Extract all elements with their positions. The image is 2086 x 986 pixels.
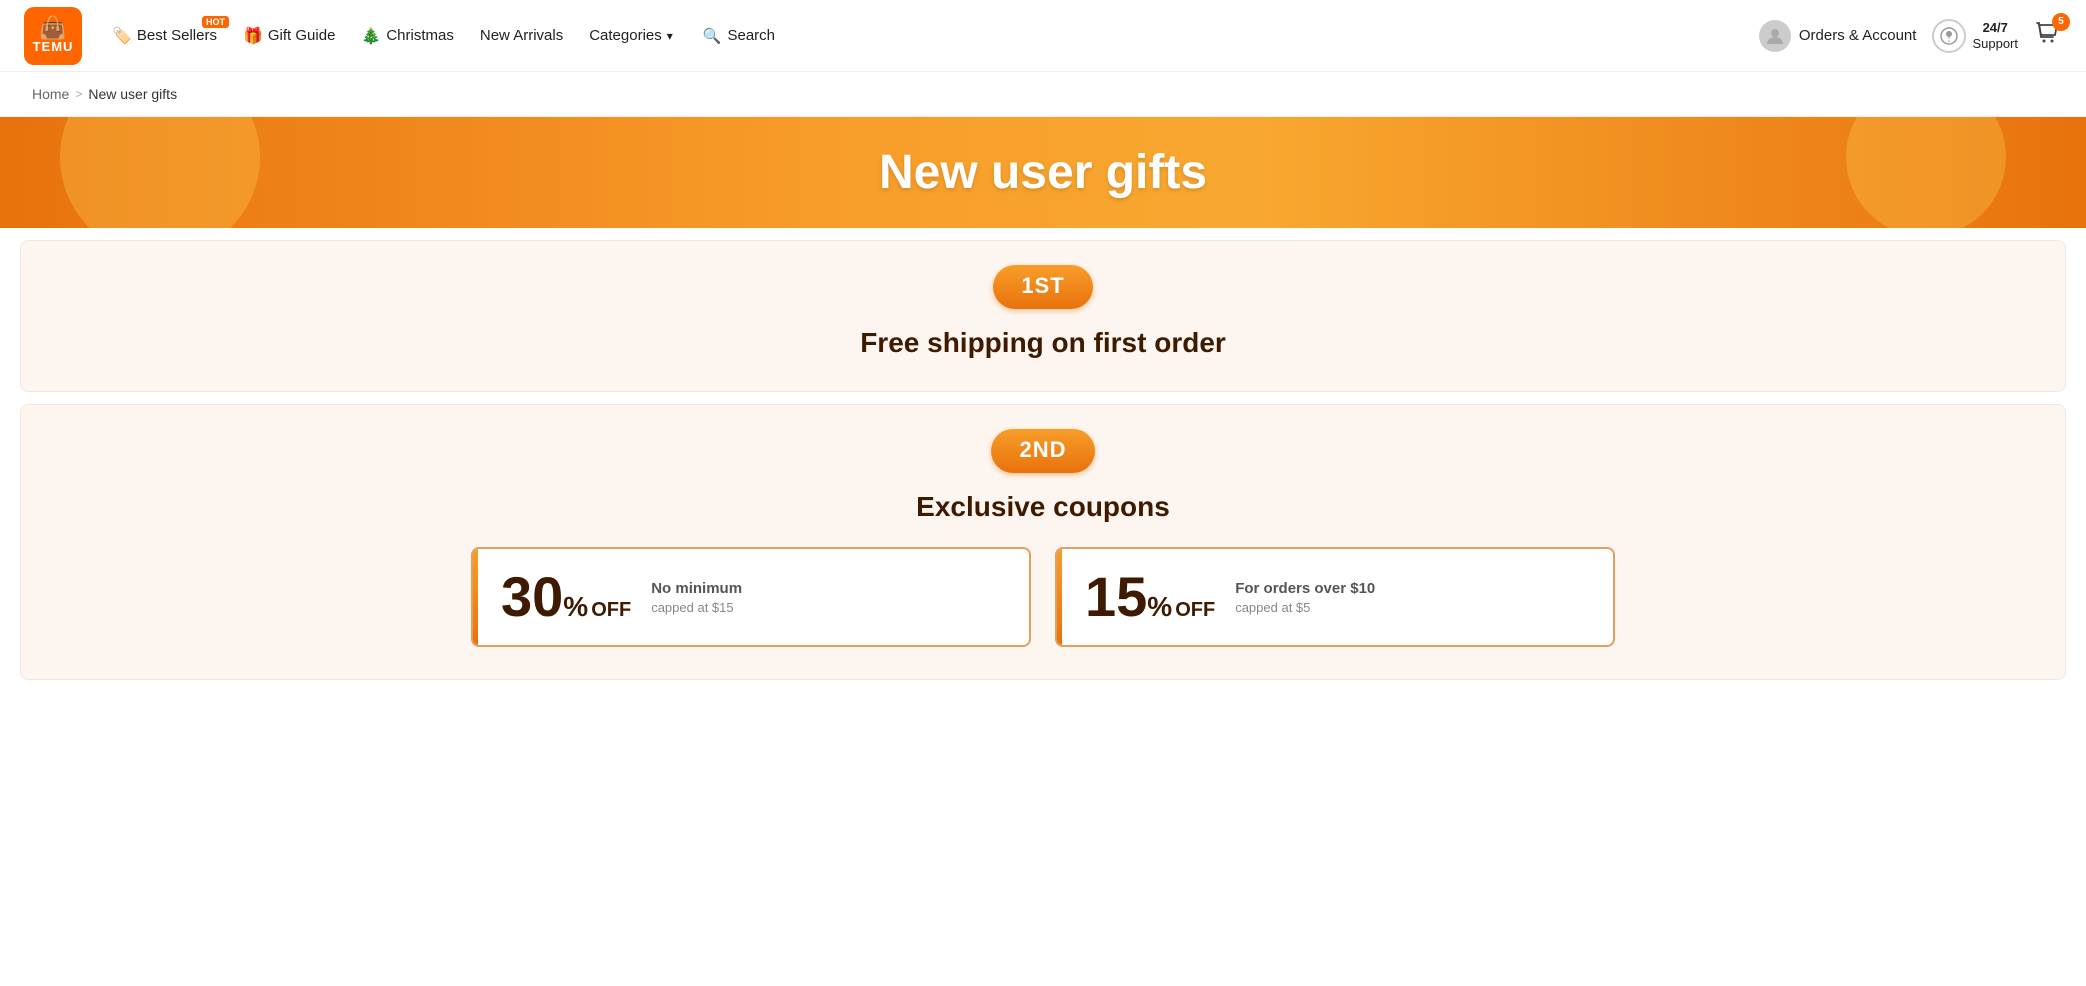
breadcrumb-separator: >: [75, 87, 82, 101]
gift-icon: 🎁: [243, 26, 263, 46]
coupon-1-percent: %: [563, 593, 588, 621]
second-order-badge: 2ND: [991, 429, 1094, 473]
nav-item-search[interactable]: 🔍 Search: [689, 21, 789, 51]
coupon-1-condition: No minimum: [651, 580, 742, 597]
nav-item-best-sellers[interactable]: 🏷️ Best Sellers HOT: [102, 20, 227, 52]
cart-button[interactable]: 5: [2034, 19, 2062, 53]
support-icon: [1932, 19, 1966, 53]
orders-account-button[interactable]: Orders & Account: [1759, 20, 1917, 52]
support-label: 24/7: [1983, 20, 2008, 36]
coupon-2-percent: %: [1147, 593, 1172, 621]
nav-right: Orders & Account 24/7 Support: [1759, 19, 2062, 53]
first-order-badge: 1ST: [993, 265, 1092, 309]
coupon-2-number: 15: [1085, 569, 1147, 625]
search-label: Search: [727, 27, 775, 44]
coupon-2-cap: capped at $5: [1235, 600, 1375, 615]
breadcrumb-home[interactable]: Home: [32, 86, 69, 102]
main-nav: 🏷️ Best Sellers HOT 🎁 Gift Guide 🎄 Chris…: [102, 20, 1755, 52]
coupon-1-cap: capped at $15: [651, 600, 742, 615]
coupon-card-1[interactable]: 30 % OFF No minimum capped at $15: [471, 547, 1031, 647]
header: 👜 TEMU 🏷️ Best Sellers HOT 🎁 Gift Guide …: [0, 0, 2086, 72]
coupon-1-amount: 30 % OFF: [501, 569, 631, 625]
search-icon: 🔍: [703, 27, 722, 45]
breadcrumb-current: New user gifts: [88, 86, 177, 102]
second-order-section: 2ND Exclusive coupons 30 % OFF No minimu…: [20, 404, 2066, 680]
second-order-title: Exclusive coupons: [916, 491, 1170, 523]
chevron-down-icon: ▾: [667, 29, 673, 43]
coupon-2-details: For orders over $10 capped at $5: [1235, 580, 1375, 615]
user-avatar-icon: [1759, 20, 1791, 52]
coupon-2-amount: 15 % OFF: [1085, 569, 1215, 625]
orders-account-label: Orders & Account: [1799, 27, 1917, 44]
nav-item-new-arrivals[interactable]: New Arrivals: [470, 21, 573, 50]
best-sellers-icon: 🏷️: [112, 26, 132, 46]
cart-count-badge: 5: [2052, 13, 2070, 31]
support-sublabel: Support: [1972, 36, 2018, 52]
page-banner: New user gifts: [0, 117, 2086, 228]
nav-label-best-sellers: Best Sellers: [137, 27, 217, 44]
banner-title: New user gifts: [0, 145, 2086, 200]
coupon-1-number: 30: [501, 569, 563, 625]
logo-text: 👜 TEMU: [33, 16, 74, 54]
nav-item-gift-guide[interactable]: 🎁 Gift Guide: [233, 20, 345, 52]
logo[interactable]: 👜 TEMU: [24, 7, 82, 65]
coupon-card-2[interactable]: 15 % OFF For orders over $10 capped at $…: [1055, 547, 1615, 647]
first-order-section: 1ST Free shipping on first order: [20, 240, 2066, 392]
nav-label-gift-guide: Gift Guide: [268, 27, 336, 44]
coupon-2-off: OFF: [1175, 600, 1215, 620]
support-button[interactable]: 24/7 Support: [1932, 19, 2018, 53]
nav-item-categories[interactable]: Categories ▾: [579, 21, 683, 50]
nav-label-new-arrivals: New Arrivals: [480, 27, 563, 44]
coupon-1-off: OFF: [591, 600, 631, 620]
hot-badge: HOT: [202, 16, 229, 28]
coupons-row: 30 % OFF No minimum capped at $15 15 % O…: [53, 547, 2033, 647]
first-order-title: Free shipping on first order: [860, 327, 1226, 359]
christmas-icon: 🎄: [361, 26, 381, 46]
nav-label-categories: Categories: [589, 27, 662, 44]
breadcrumb: Home > New user gifts: [0, 72, 2086, 117]
coupon-2-condition: For orders over $10: [1235, 580, 1375, 597]
coupon-1-details: No minimum capped at $15: [651, 580, 742, 615]
nav-label-christmas: Christmas: [386, 27, 454, 44]
nav-item-christmas[interactable]: 🎄 Christmas: [351, 20, 463, 52]
